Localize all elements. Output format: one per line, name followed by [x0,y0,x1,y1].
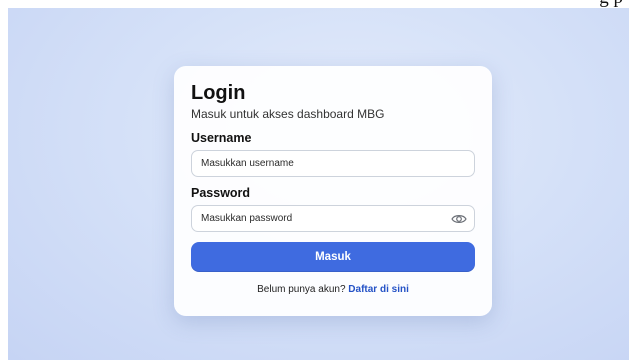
username-field-wrapper [191,150,475,177]
password-field-wrapper [191,205,475,232]
password-input[interactable] [192,206,474,231]
register-link[interactable]: Daftar di sini [348,284,409,295]
login-card: Login Masuk untuk akses dashboard MBG Us… [174,66,492,316]
register-prompt: Belum punya akun? Daftar di sini [191,284,475,295]
login-title: Login [191,82,246,104]
top-strip: g p [0,0,629,8]
password-label: Password [191,186,251,200]
login-subtitle: Masuk untuk akses dashboard MBG [191,107,385,121]
username-input[interactable] [192,151,474,176]
page-background: Login Masuk untuk akses dashboard MBG Us… [8,8,629,360]
top-strip-text: g p [599,0,623,8]
register-prompt-text: Belum punya akun? [257,284,346,295]
eye-icon[interactable] [451,212,467,226]
username-label: Username [191,131,252,145]
login-submit-button[interactable]: Masuk [191,242,475,272]
